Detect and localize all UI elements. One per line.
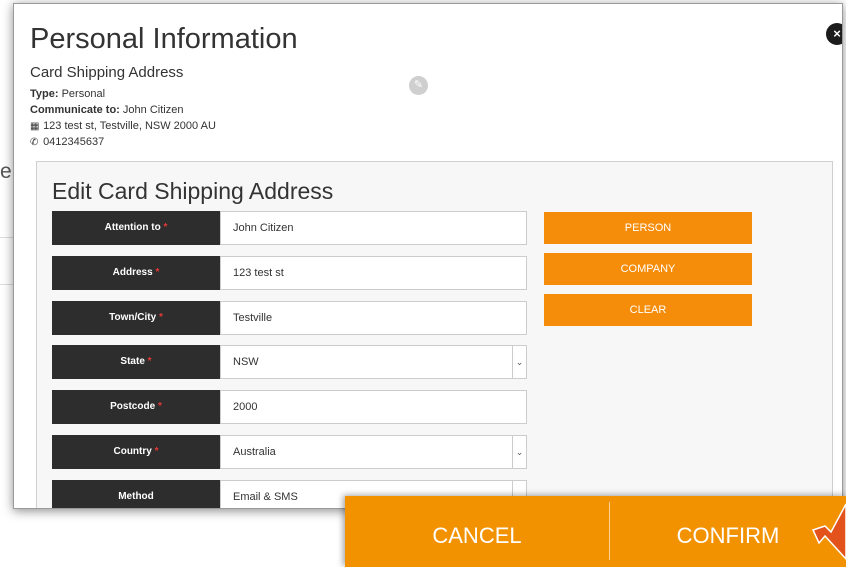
- state-label: State *: [52, 345, 220, 379]
- state-label-text: State: [120, 356, 145, 367]
- country-value: Australia: [233, 446, 276, 458]
- pointer-arrow-icon: [811, 503, 846, 561]
- method-label-text: Method: [118, 491, 154, 502]
- phone-icon: ✆: [30, 137, 39, 148]
- attention-to-label-text: Attention to: [104, 222, 161, 233]
- address-line: ▦ 123 test st, Testville, NSW 2000 AU: [30, 120, 216, 132]
- communicate-value: John Citizen: [122, 104, 184, 116]
- type-label: Type:: [30, 88, 59, 100]
- close-button[interactable]: ×: [826, 23, 842, 45]
- phone-line: ✆ 0412345637: [30, 136, 104, 148]
- state-select[interactable]: NSW ⌄: [220, 345, 527, 379]
- modal-subtitle: Card Shipping Address: [30, 64, 184, 81]
- required-marker: *: [157, 401, 162, 412]
- postcode-value: 2000: [233, 401, 258, 413]
- cancel-button[interactable]: CANCEL: [345, 496, 609, 567]
- address-label-text: Address: [112, 267, 153, 278]
- type-value: Personal: [61, 88, 106, 100]
- attention-to-input[interactable]: John Citizen: [220, 211, 527, 245]
- postcode-input[interactable]: 2000: [220, 390, 527, 424]
- edit-address-panel: Edit Card Shipping Address Attention to …: [36, 161, 833, 508]
- country-select[interactable]: Australia ⌄: [220, 435, 527, 469]
- address-value: 123 test st: [233, 267, 284, 279]
- required-marker: *: [147, 356, 152, 367]
- type-line: Type: Personal: [30, 88, 105, 100]
- edit-icon[interactable]: ✎: [409, 76, 428, 95]
- chevron-down-icon[interactable]: ⌄: [512, 436, 526, 468]
- required-marker: *: [163, 222, 168, 233]
- postcode-label-text: Postcode: [110, 401, 156, 412]
- address-label: Address *: [52, 256, 220, 290]
- building-icon: ▦: [30, 121, 40, 132]
- country-label-text: Country: [113, 446, 152, 457]
- attention-to-label: Attention to *: [52, 211, 220, 245]
- action-bar: CANCEL CONFIRM: [345, 496, 846, 567]
- attention-to-value: John Citizen: [233, 222, 294, 234]
- method-value: Email & SMS: [233, 491, 298, 503]
- communicate-label: Communicate to:: [30, 104, 120, 116]
- town-city-value: Testville: [233, 312, 273, 324]
- phone-text: 0412345637: [43, 136, 105, 148]
- town-city-label: Town/City *: [52, 301, 220, 335]
- required-marker: *: [154, 446, 159, 457]
- address-input[interactable]: 123 test st: [220, 256, 527, 290]
- required-marker: *: [158, 312, 163, 323]
- modal-title: Personal Information: [30, 23, 298, 55]
- clear-button[interactable]: CLEAR: [544, 294, 752, 326]
- town-city-label-text: Town/City: [109, 312, 157, 323]
- communicate-line: Communicate to: John Citizen: [30, 104, 183, 116]
- person-button[interactable]: PERSON: [544, 212, 752, 244]
- required-marker: *: [155, 267, 160, 278]
- town-city-input[interactable]: Testville: [220, 301, 527, 335]
- method-label: Method: [52, 480, 220, 508]
- personal-information-modal: × Personal Information Card Shipping Add…: [13, 3, 843, 509]
- state-value: NSW: [233, 356, 259, 368]
- country-label: Country *: [52, 435, 220, 469]
- postcode-label: Postcode *: [52, 390, 220, 424]
- address-text: 123 test st, Testville, NSW 2000 AU: [43, 120, 216, 132]
- company-button[interactable]: COMPANY: [544, 253, 752, 285]
- panel-title: Edit Card Shipping Address: [52, 178, 334, 204]
- chevron-down-icon[interactable]: ⌄: [512, 346, 526, 378]
